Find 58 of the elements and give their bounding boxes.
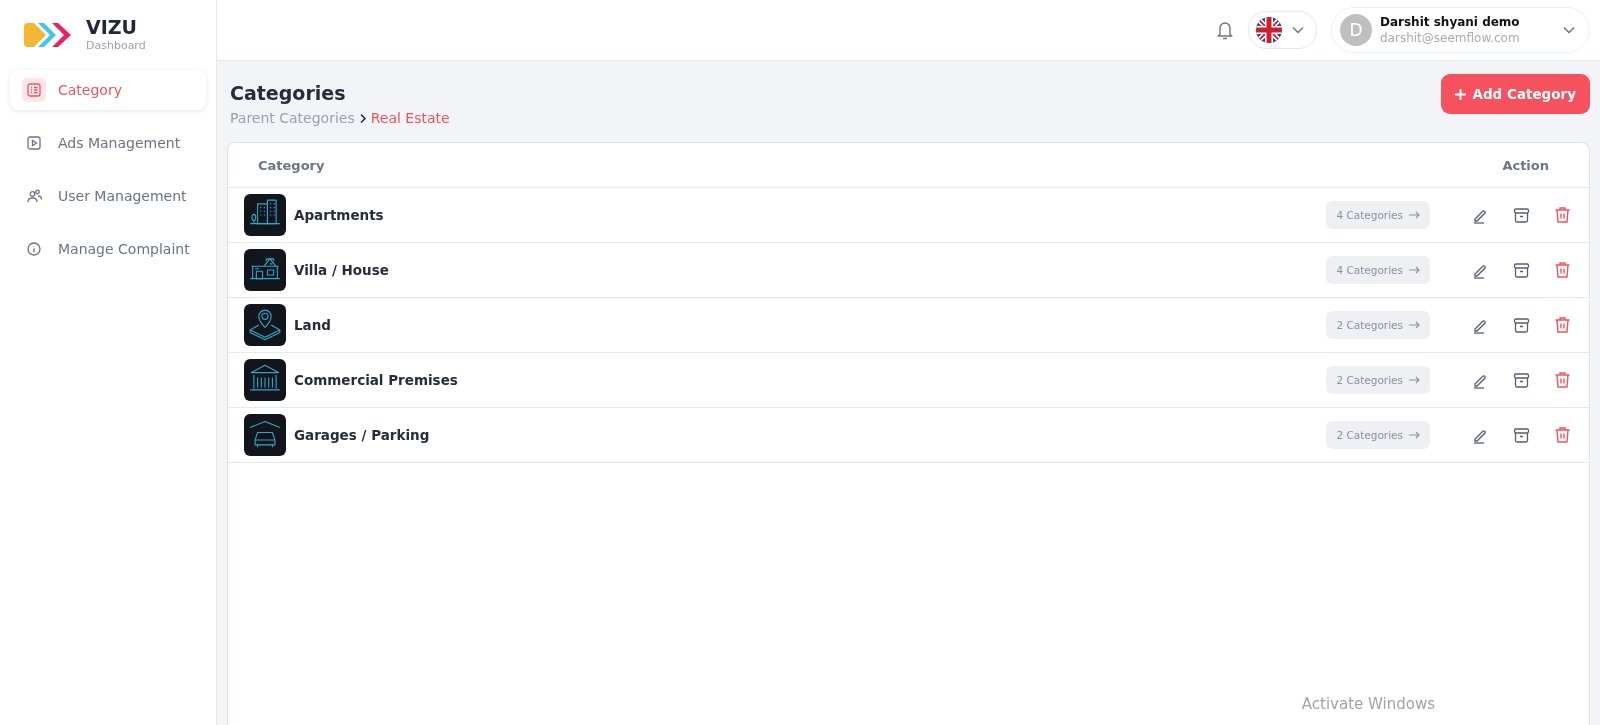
arrow-right-icon [1409, 431, 1420, 439]
category-name: Garages / Parking [294, 427, 431, 443]
chevron-right-icon [358, 112, 367, 124]
subcategories-button[interactable]: 2 Categories [1326, 311, 1430, 339]
category-name: Apartments [294, 207, 385, 223]
subcategories-button[interactable]: 2 Categories [1326, 421, 1430, 449]
buildings-icon [244, 194, 286, 236]
subcategories-button[interactable]: 2 Categories [1326, 366, 1430, 394]
notification-bell-icon[interactable] [1216, 20, 1234, 40]
flag-icon [1256, 17, 1282, 43]
sidebar-item[interactable]: Category [10, 70, 206, 110]
trash-icon [1554, 426, 1571, 444]
trash-icon [1554, 316, 1571, 334]
language-selector[interactable] [1248, 11, 1317, 49]
info-icon [27, 242, 41, 256]
category-name: Commercial Premises [294, 372, 459, 388]
archive-box-icon [1513, 316, 1530, 334]
breadcrumb-link[interactable]: Parent Categories [230, 110, 355, 126]
category-name: Villa / House [294, 262, 390, 278]
map-pin-icon [244, 304, 286, 346]
user-email: darshit@seemflow.com [1380, 31, 1521, 45]
chevron-down-icon [1563, 26, 1575, 34]
play-icon [27, 136, 41, 150]
plus-icon [1454, 88, 1466, 100]
arrow-right-icon [1409, 266, 1420, 274]
archive-box-icon [1513, 371, 1530, 389]
brand-subtitle: Dashboard [86, 39, 146, 52]
sidebar-item[interactable]: Ads Management [10, 123, 206, 163]
bank-building-icon [244, 359, 286, 401]
user-name: Darshit shyani demo [1380, 15, 1521, 29]
chevron-down-icon [1292, 26, 1304, 34]
archive-box-icon [1513, 261, 1530, 279]
activation-notice: Activate Windows [1301, 695, 1435, 713]
list-icon [27, 83, 41, 97]
breadcrumb-link[interactable]: Real Estate [370, 110, 450, 126]
subcategories-button[interactable]: 4 Categories [1326, 256, 1430, 284]
trash-icon [1554, 371, 1571, 389]
page-title: Categories [230, 82, 347, 104]
arrow-right-icon [1409, 321, 1420, 329]
archive-box-icon [1513, 426, 1530, 444]
sidebar-item[interactable]: User Management [10, 176, 206, 216]
car-icon [244, 414, 286, 456]
column-header: Category [258, 157, 325, 173]
avatar: D [1340, 14, 1372, 46]
trash-icon [1554, 261, 1571, 279]
trash-icon [1554, 206, 1571, 224]
subcategories-button[interactable]: 4 Categories [1326, 201, 1430, 229]
users-icon [26, 189, 42, 203]
category-name: Land [294, 317, 332, 333]
house-icon [244, 249, 286, 291]
arrow-right-icon [1409, 211, 1420, 219]
brand-name: VIZU [86, 18, 138, 37]
sidebar-item[interactable]: Manage Complaint [10, 229, 206, 269]
add-category-button[interactable]: Add Category [1440, 74, 1590, 114]
column-header: Action [1502, 157, 1549, 173]
arrow-right-icon [1409, 376, 1420, 384]
user-menu[interactable]: D Darshit shyani demo darshit@seemflow.com [1331, 7, 1590, 53]
archive-box-icon [1513, 206, 1530, 224]
